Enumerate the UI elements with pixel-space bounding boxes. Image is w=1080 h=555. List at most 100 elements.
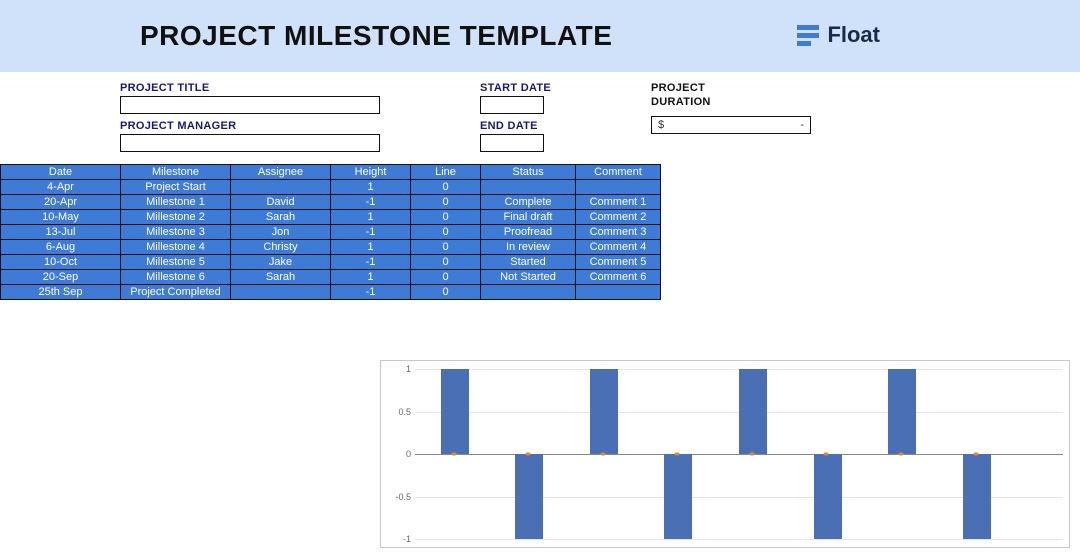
cell: Started (481, 255, 576, 270)
cell: 1 (331, 210, 411, 225)
cell: Comment 1 (576, 195, 661, 210)
project-title-label: PROJECT TITLE (120, 82, 380, 94)
project-manager-label: PROJECT MANAGER (120, 120, 380, 132)
cell (481, 180, 576, 195)
cell (231, 180, 331, 195)
table-row: 10-OctMillestone 5Jake-10StartedComment … (1, 255, 661, 270)
cell (576, 180, 661, 195)
col-header: Milestone (121, 165, 231, 180)
chart-bar (441, 369, 469, 454)
cell: 1 (331, 180, 411, 195)
chart-marker (526, 453, 531, 456)
col-header: Comment (576, 165, 661, 180)
y-tick: 1 (391, 364, 411, 374)
project-title-input[interactable] (120, 96, 380, 114)
cell: 0 (411, 255, 481, 270)
duration-label-1: PROJECT (651, 82, 811, 94)
cell: 0 (411, 270, 481, 285)
chart-marker (899, 453, 904, 456)
col-header: Status (481, 165, 576, 180)
cell: Project Completed (121, 285, 231, 300)
cell: 0 (411, 195, 481, 210)
duration-field[interactable]: $ - (651, 116, 811, 134)
cell: Final draft (481, 210, 576, 225)
cell: Comment 5 (576, 255, 661, 270)
cell: 1 (331, 240, 411, 255)
header-band: PROJECT MILESTONE TEMPLATE Float (0, 0, 1080, 72)
cell: Comment 6 (576, 270, 661, 285)
chart-bar (590, 369, 618, 454)
col-header: Height (331, 165, 411, 180)
end-date-input[interactable] (480, 134, 544, 152)
table-row: 25th SepProject Completed -10 (1, 285, 661, 300)
cell: Millestone 4 (121, 240, 231, 255)
chart-marker (600, 453, 605, 456)
chart-marker (749, 453, 754, 456)
cell: 0 (411, 240, 481, 255)
chart-bar (739, 369, 767, 454)
table-row: 6-AugMillestone 4Christy10In reviewComme… (1, 240, 661, 255)
cell (481, 285, 576, 300)
start-date-input[interactable] (480, 96, 544, 114)
cell: Comment 4 (576, 240, 661, 255)
chart-marker (973, 453, 978, 456)
cell: 13-Jul (1, 225, 121, 240)
milestone-chart: -1-0.500.51 (380, 360, 1070, 548)
cell: Jon (231, 225, 331, 240)
cell: Comment 3 (576, 225, 661, 240)
cell: 0 (411, 225, 481, 240)
cell: -1 (331, 255, 411, 270)
cell: -1 (331, 285, 411, 300)
table-row: 20-AprMillestone 1David-10CompleteCommen… (1, 195, 661, 210)
cell: Project Start (121, 180, 231, 195)
duration-value: - (800, 119, 804, 131)
duration-label-2: DURATION (651, 96, 811, 108)
cell: Millestone 3 (121, 225, 231, 240)
cell: Millestone 6 (121, 270, 231, 285)
chart-marker (451, 453, 456, 456)
meta-section: PROJECT TITLE PROJECT MANAGER START DATE… (0, 72, 1080, 158)
milestone-table: DateMilestoneAssigneeHeightLineStatusCom… (0, 164, 661, 300)
table-row: 13-JulMillestone 3Jon-10ProofreadComment… (1, 225, 661, 240)
cell: Millestone 5 (121, 255, 231, 270)
cell: Not Started (481, 270, 576, 285)
project-manager-input[interactable] (120, 134, 380, 152)
cell: Millestone 1 (121, 195, 231, 210)
chart-marker (824, 453, 829, 456)
cell: Comment 2 (576, 210, 661, 225)
duration-currency: $ (658, 119, 664, 131)
cell (576, 285, 661, 300)
cell: 1 (331, 270, 411, 285)
end-date-label: END DATE (480, 120, 551, 132)
table-row: 4-AprProject Start 10 (1, 180, 661, 195)
cell: 4-Apr (1, 180, 121, 195)
brand: Float (797, 22, 880, 48)
cell: Complete (481, 195, 576, 210)
col-header: Date (1, 165, 121, 180)
cell: David (231, 195, 331, 210)
col-header: Assignee (231, 165, 331, 180)
cell: 10-May (1, 210, 121, 225)
cell: -1 (331, 225, 411, 240)
cell: 25th Sep (1, 285, 121, 300)
col-header: Line (411, 165, 481, 180)
chart-bar (888, 369, 916, 454)
table-row: 10-MayMillestone 2Sarah10Final draftComm… (1, 210, 661, 225)
cell: Sarah (231, 270, 331, 285)
cell: Proofread (481, 225, 576, 240)
page-title: PROJECT MILESTONE TEMPLATE (140, 20, 612, 52)
float-logo-icon (797, 25, 819, 46)
chart-marker (675, 453, 680, 456)
cell: In review (481, 240, 576, 255)
cell: 0 (411, 180, 481, 195)
chart-bar (664, 454, 692, 539)
chart-bar (814, 454, 842, 539)
cell: 20-Sep (1, 270, 121, 285)
cell: Christy (231, 240, 331, 255)
y-tick: -1 (391, 534, 411, 544)
brand-text: Float (827, 22, 880, 48)
table-row: 20-SepMillestone 6Sarah10Not StartedComm… (1, 270, 661, 285)
cell: 0 (411, 285, 481, 300)
cell: 20-Apr (1, 195, 121, 210)
cell: Sarah (231, 210, 331, 225)
